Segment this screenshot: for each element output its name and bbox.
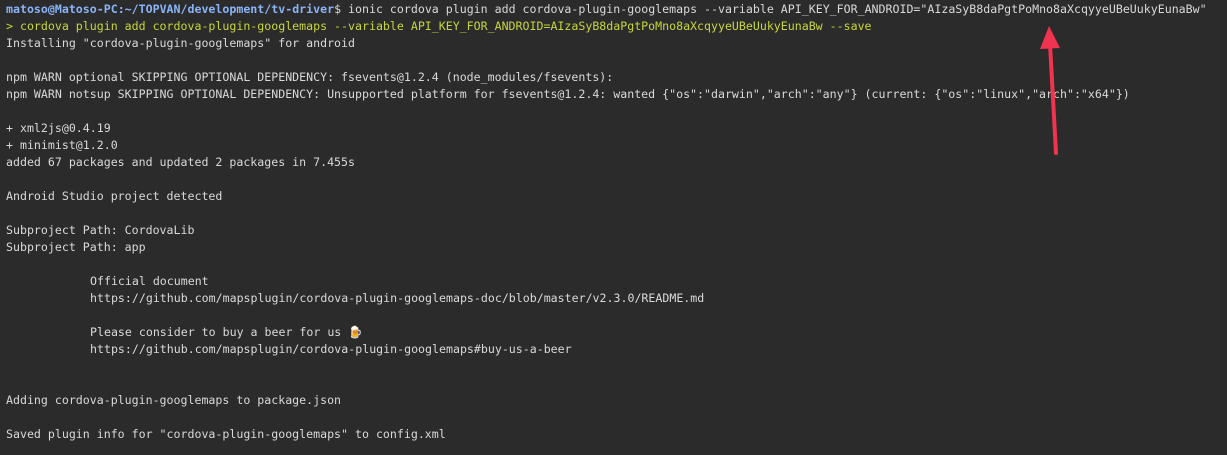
output-beer: Please consider to buy a beer for us 🍺	[90, 325, 363, 339]
prompt-user-host: matoso@Matoso-PC	[6, 2, 118, 16]
output-studio: Android Studio project detected	[6, 189, 223, 203]
prompt-line: matoso@Matoso-PC:~/TOPVAN/development/tv…	[6, 1, 1227, 18]
output-adding: Adding cordova-plugin-googlemaps to pack…	[6, 393, 342, 407]
output-official-doc: Official document	[90, 274, 209, 288]
output-saved: Saved plugin info for "cordova-plugin-go…	[6, 427, 446, 441]
command-echo: > cordova plugin add cordova-plugin-goog…	[6, 19, 872, 33]
output-doc-url: https://github.com/mapsplugin/cordova-pl…	[90, 291, 705, 305]
output-subproject-2: Subproject Path: app	[6, 240, 146, 254]
prompt-symbol: $	[334, 2, 349, 16]
output-pkg-minimist: + minimist@1.2.0	[6, 138, 118, 152]
output-installing: Installing "cordova-plugin-googlemaps" f…	[6, 36, 356, 50]
command-text: ionic cordova plugin add cordova-plugin-…	[348, 2, 1207, 16]
prompt-path: ~/TOPVAN/development/tv-driver	[124, 2, 335, 16]
prompt-separator: :	[117, 2, 125, 16]
output-pkg-xml2js: + xml2js@0.4.19	[6, 121, 111, 135]
output-beer-url: https://github.com/mapsplugin/cordova-pl…	[90, 342, 572, 356]
output-added: added 67 packages and updated 2 packages…	[6, 155, 356, 169]
terminal-window[interactable]: matoso@Matoso-PC:~/TOPVAN/development/tv…	[0, 0, 1227, 455]
output-warn-notsup: npm WARN notsup SKIPPING OPTIONAL DEPEND…	[6, 87, 1130, 101]
output-subproject-1: Subproject Path: CordovaLib	[6, 223, 195, 237]
output-warn-optional: npm WARN optional SKIPPING OPTIONAL DEPE…	[6, 70, 614, 84]
